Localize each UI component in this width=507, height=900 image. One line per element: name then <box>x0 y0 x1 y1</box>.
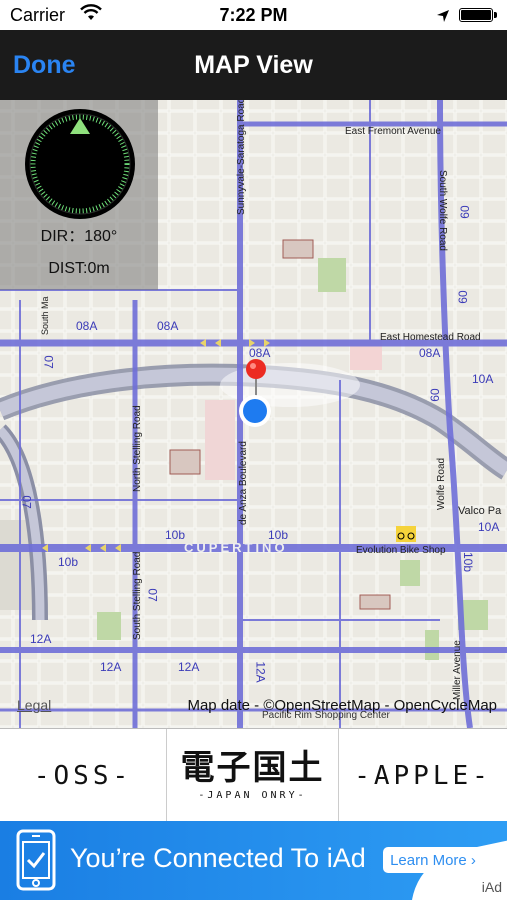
page-title: MAP View <box>194 51 313 79</box>
map-attribution: Map date - ©OpenStreetMap - OpenCycleMap <box>187 697 497 714</box>
status-time: 7:22 PM <box>219 5 288 25</box>
japan-button[interactable]: 電子国土 -JAPAN ONRY- <box>167 729 339 822</box>
apple-label: -APPLE- <box>354 760 492 791</box>
status-bar: Carrier 7:22 PM <box>0 0 507 30</box>
compass-panel: DIR：180° DIST:0m <box>0 100 158 290</box>
legal-link[interactable]: Legal <box>17 697 51 713</box>
navigation-bar: Done MAP View <box>0 30 507 100</box>
compass-icon <box>24 108 136 225</box>
learn-more-button[interactable]: Learn More › <box>383 847 483 873</box>
japan-subtitle: -JAPAN ONRY- <box>198 790 307 801</box>
iad-banner[interactable]: You’re Connected To iAd Learn More › iAd <box>0 821 507 900</box>
battery-icon <box>459 8 497 22</box>
japan-title: 電子国土 <box>180 748 325 788</box>
direction-readout: DIR：180° <box>40 228 118 245</box>
iad-headline: You’re Connected To iAd <box>70 843 366 873</box>
map-source-selector: -OSS- 電子国土 -JAPAN ONRY- -APPLE- <box>0 728 507 822</box>
user-location-icon <box>238 394 272 433</box>
apple-button[interactable]: -APPLE- <box>339 729 507 822</box>
location-arrow-icon <box>436 7 450 28</box>
map-view[interactable]: East Fremont Avenue East Homestead Road … <box>0 100 507 728</box>
oss-label: -OSS- <box>33 760 133 791</box>
distance-readout: DIST:0m <box>48 260 110 277</box>
battery-fill <box>461 10 491 20</box>
phone-check-icon <box>16 829 56 896</box>
iad-badge: iAd <box>481 879 502 895</box>
oss-button[interactable]: -OSS- <box>0 729 167 822</box>
